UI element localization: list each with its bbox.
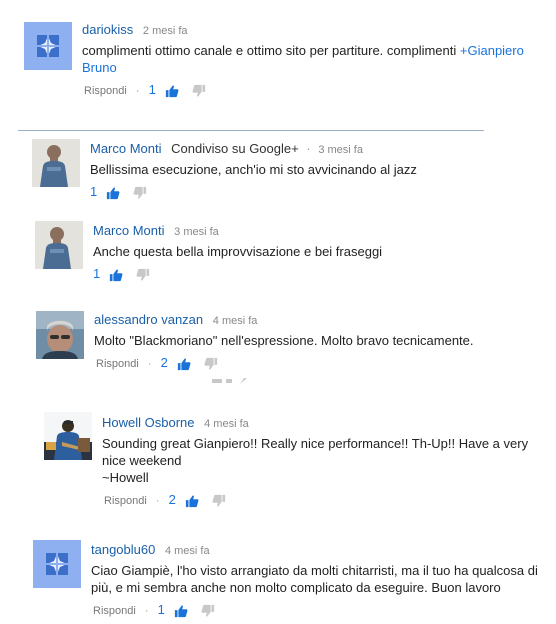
- shared-label: Condiviso su Google+: [171, 141, 299, 156]
- default-avatar-icon: [24, 22, 72, 70]
- separator-dot: ·: [306, 141, 311, 156]
- separator-dot: ·: [155, 495, 160, 507]
- user-photo-icon: [44, 412, 92, 460]
- reply-button[interactable]: Rispondi: [104, 495, 147, 507]
- like-count: 1: [148, 82, 156, 97]
- timestamp[interactable]: 3 mesi fa: [174, 226, 219, 238]
- thumb-up-icon[interactable]: [177, 357, 191, 371]
- like-count: 1: [157, 602, 165, 617]
- user-photo-icon: [32, 139, 80, 187]
- author-link[interactable]: alessandro vanzan: [94, 312, 203, 327]
- thumb-up-icon[interactable]: [165, 84, 179, 98]
- divider: [18, 130, 484, 131]
- separator-dot: ·: [144, 605, 149, 617]
- comment-text: complimenti ottimo canale e ottimo sito …: [82, 43, 524, 75]
- reply-button[interactable]: Rispondi: [96, 358, 139, 370]
- thumb-up-icon[interactable]: [174, 604, 188, 618]
- like-count: 2: [160, 355, 168, 370]
- thumb-up-icon[interactable]: [185, 494, 199, 508]
- like-count: 2: [168, 492, 176, 507]
- thumb-up-icon[interactable]: [106, 186, 120, 200]
- author-link[interactable]: Marco Monti: [93, 223, 165, 238]
- author-link[interactable]: Howell Osborne: [102, 415, 195, 430]
- avatar[interactable]: [33, 540, 81, 588]
- user-photo-icon: [36, 311, 84, 359]
- timestamp[interactable]: 2 mesi fa: [143, 25, 188, 37]
- comment-text: Sounding great Gianpiero!! Really nice p…: [102, 436, 529, 485]
- timestamp[interactable]: 4 mesi fa: [213, 315, 258, 327]
- author-link[interactable]: Marco Monti: [90, 141, 162, 156]
- separator-dot: ·: [147, 358, 152, 370]
- avatar[interactable]: [35, 221, 83, 269]
- separator-dot: ·: [135, 85, 140, 97]
- comment-text: Anche questa bella improvvisazione e bei…: [93, 244, 383, 259]
- reply-button[interactable]: Rispondi: [93, 605, 136, 617]
- user-photo-icon: [35, 221, 83, 269]
- author-link[interactable]: dariokiss: [82, 22, 133, 37]
- render-artifact: [212, 378, 247, 384]
- avatar[interactable]: [24, 22, 72, 70]
- comment-text: Molto "Blackmoriano" nell'espressione. M…: [94, 333, 474, 348]
- comment-text: Ciao Giampiè, l'ho visto arrangiato da m…: [91, 563, 538, 595]
- avatar[interactable]: [32, 139, 80, 187]
- author-link[interactable]: tangoblu60: [91, 542, 155, 557]
- thumb-up-icon[interactable]: [109, 268, 123, 282]
- avatar[interactable]: [44, 412, 92, 460]
- thumb-down-icon[interactable]: [201, 604, 215, 618]
- timestamp[interactable]: 3 mesi fa: [318, 144, 363, 156]
- timestamp[interactable]: 4 mesi fa: [165, 545, 210, 557]
- thumb-down-icon[interactable]: [204, 357, 218, 371]
- thumb-down-icon[interactable]: [133, 186, 147, 200]
- default-avatar-icon: [33, 540, 81, 588]
- thumb-down-icon[interactable]: [136, 268, 150, 282]
- avatar[interactable]: [36, 311, 84, 359]
- like-count: 1: [93, 266, 101, 281]
- like-count: 1: [90, 184, 98, 199]
- thumb-down-icon[interactable]: [192, 84, 206, 98]
- timestamp[interactable]: 4 mesi fa: [204, 418, 249, 430]
- thumb-down-icon[interactable]: [212, 494, 226, 508]
- reply-button[interactable]: Rispondi: [84, 85, 127, 97]
- comment-text: Bellissima esecuzione, anch'io mi sto av…: [90, 162, 417, 177]
